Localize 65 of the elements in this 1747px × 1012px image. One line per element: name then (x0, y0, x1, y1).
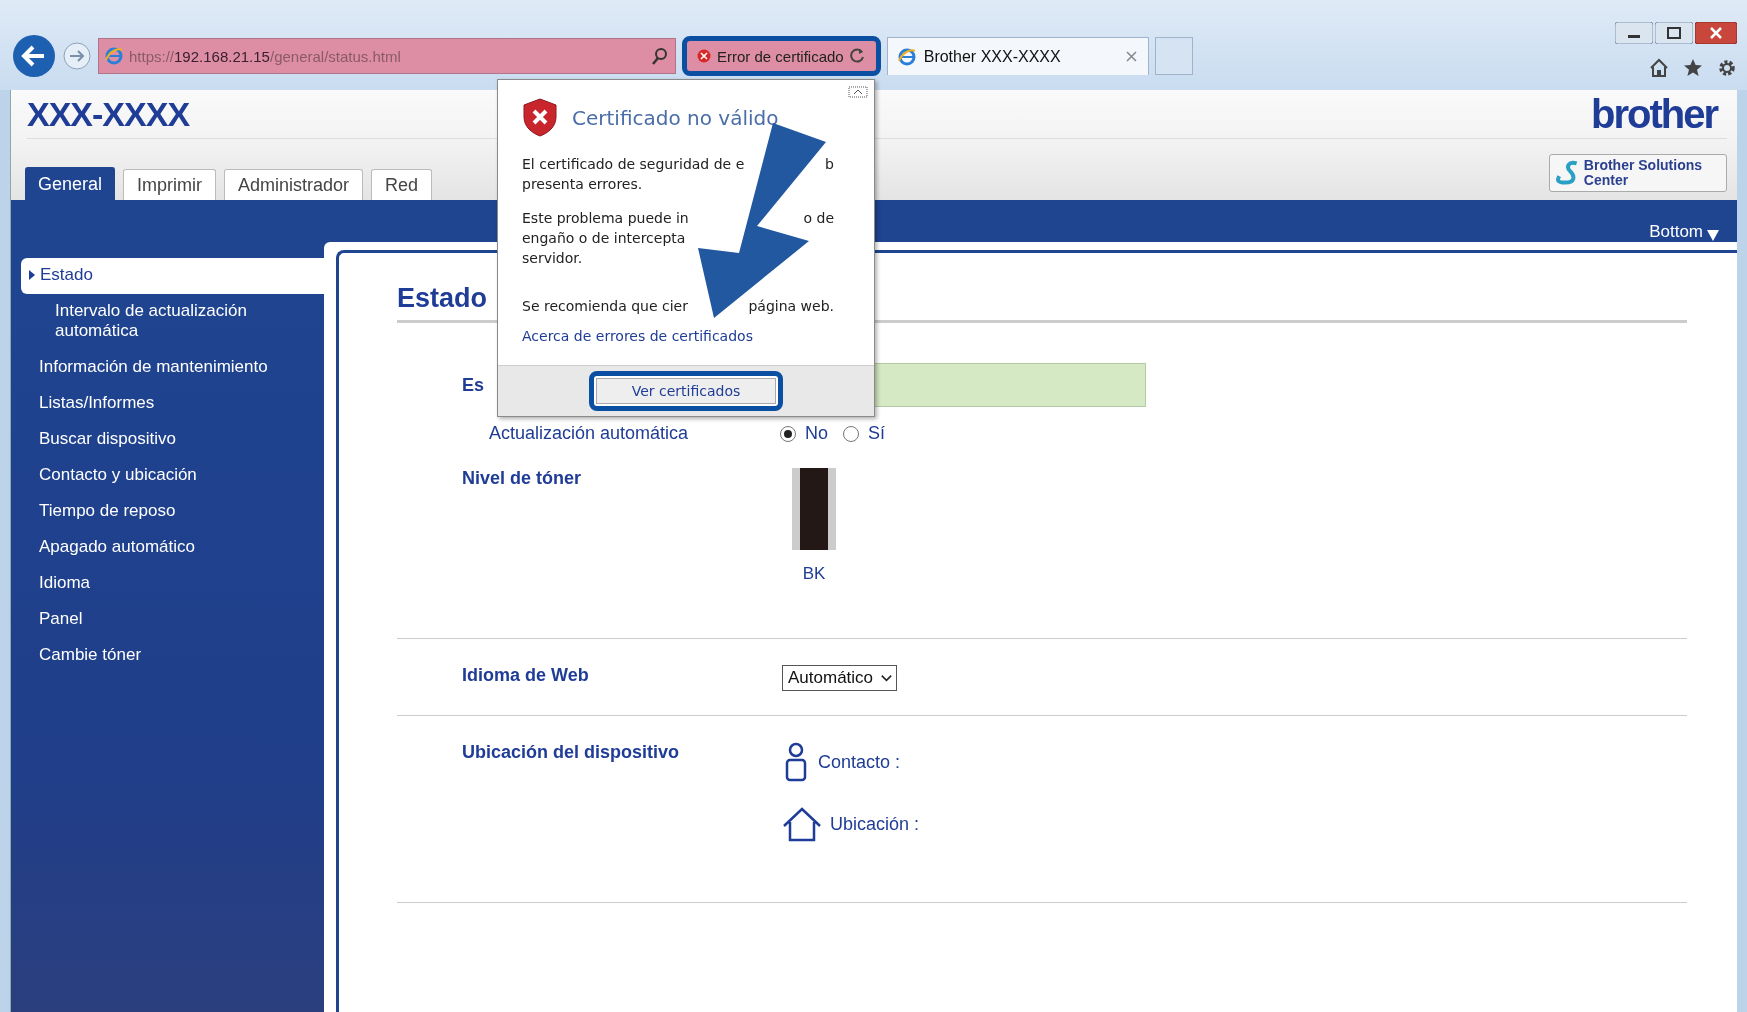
sidebar-item[interactable]: Idioma (21, 566, 324, 602)
certificate-error-button[interactable]: Error de certificado (682, 36, 881, 76)
message-text: engaño o de intercepta (522, 229, 686, 248)
settings-icon[interactable] (1717, 58, 1737, 78)
contact-label: Contacto : (818, 751, 901, 773)
sidebar-item[interactable]: Intervalo de actualización automática (21, 294, 275, 350)
solutions-center-button[interactable]: Brother Solutions Center (1549, 154, 1727, 192)
field-label: Es (462, 374, 485, 396)
view-certificates-button[interactable]: Ver certificados (596, 378, 776, 404)
bottom-link[interactable]: Bottom (1649, 222, 1703, 242)
field-label: Idioma de Web (462, 665, 590, 686)
chevron-down-icon (881, 672, 892, 684)
address-field[interactable]: https://192.168.21.15/general/status.html (98, 38, 676, 74)
message-text: o de (803, 209, 834, 228)
message-text: Este problema puede in (522, 209, 689, 228)
field-label: Ubicación del dispositivo (462, 742, 681, 763)
certificate-errors-link[interactable]: Acerca de errores de certificados (522, 328, 753, 344)
toner-label: BK (802, 564, 826, 584)
home-icon[interactable] (1649, 58, 1669, 78)
refresh-icon (849, 48, 866, 64)
radio-option[interactable]: No (779, 423, 828, 444)
close-icon[interactable] (1695, 22, 1737, 44)
back-icon[interactable] (12, 34, 56, 78)
close-icon[interactable] (1124, 50, 1138, 63)
field-label: Nivel de tóner (462, 468, 583, 489)
sidebar-item[interactable]: Cambie tóner (21, 638, 324, 674)
sidebar-item[interactable]: Contacto y ubicación (21, 458, 324, 494)
sidebar-item[interactable]: Estado (21, 258, 324, 294)
triangle-down-icon (1707, 230, 1719, 242)
nav-tab[interactable]: Administrador (224, 169, 364, 200)
house-icon (782, 806, 822, 842)
sidebar-item[interactable]: Información de mantenimiento (21, 350, 324, 386)
field-label: Actualización automática (489, 423, 690, 444)
message-text: página web. (748, 297, 834, 316)
message-text: El certificado de seguridad de e (522, 155, 745, 174)
language-dropdown[interactable]: Automático (782, 665, 897, 691)
sidebar-item[interactable]: Apagado automático (21, 530, 324, 566)
star-icon[interactable] (1683, 58, 1703, 78)
model-title: XXX-XXXX (27, 94, 190, 134)
sidebar-item[interactable]: Panel (21, 602, 324, 638)
browser-page-icon (105, 47, 123, 65)
nav-tab[interactable]: Red (371, 169, 433, 200)
radio-option[interactable]: Sí (842, 423, 886, 444)
location-label: Ubicación : (830, 813, 920, 835)
shield-error-icon (522, 98, 558, 138)
caret-icon (29, 270, 35, 280)
collapse-icon[interactable] (848, 86, 868, 98)
popup-title: Certificado no válido (572, 106, 779, 130)
error-icon (697, 49, 711, 63)
sidebar-item[interactable]: Listas/Informes (21, 386, 324, 422)
search-icon (651, 47, 669, 65)
message-text: b (825, 155, 834, 174)
browser-tab[interactable]: Brother XXX-XXXX (886, 37, 1149, 75)
message-text: servidor. (522, 249, 583, 268)
message-text: presenta errores. (522, 175, 643, 194)
maximize-icon[interactable] (1655, 22, 1693, 44)
nav-tab[interactable]: General (25, 167, 116, 200)
minimize-icon[interactable] (1615, 22, 1653, 44)
browser-page-icon (897, 47, 916, 66)
message-text: Se recomienda que cier (522, 297, 688, 316)
sidebar-item[interactable]: Buscar dispositivo (21, 422, 324, 458)
brand-logo: brother (1591, 91, 1719, 137)
nav-tab[interactable]: Imprimir (123, 169, 217, 200)
forward-icon[interactable] (62, 41, 92, 71)
sidebar-item[interactable]: Tiempo de reposo (21, 494, 324, 530)
